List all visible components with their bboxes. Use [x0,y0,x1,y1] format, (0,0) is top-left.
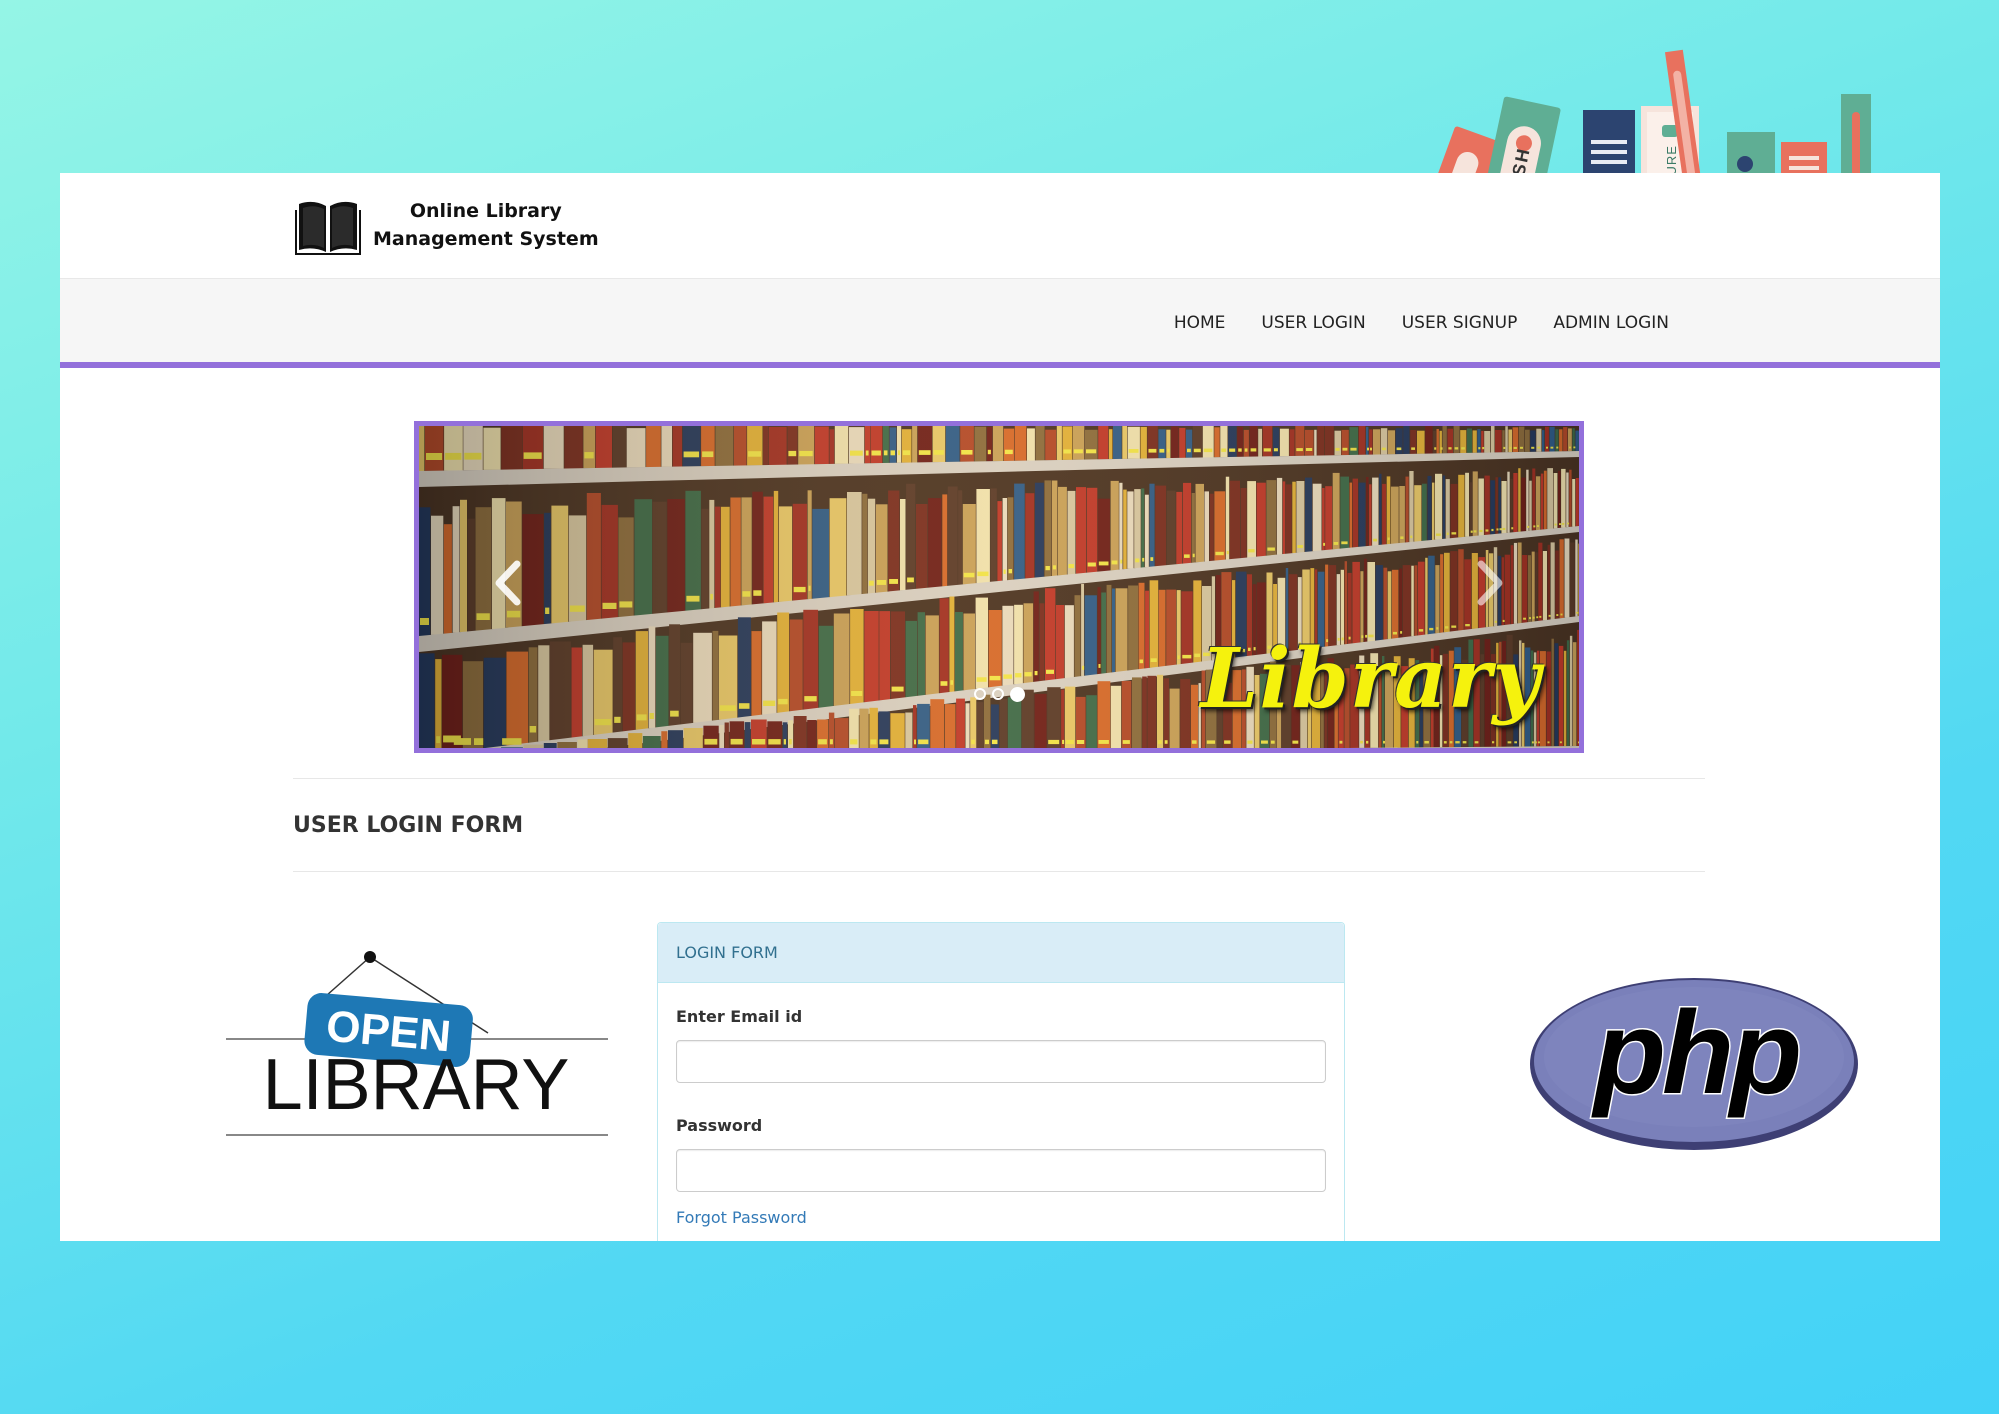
email-field[interactable] [676,1040,1326,1083]
password-field[interactable] [676,1149,1326,1192]
page-title: USER LOGIN FORM [293,813,524,838]
nav-links: HOME USER LOGIN USER SIGNUP ADMIN LOGIN [1156,308,1687,338]
login-panel: LOGIN FORM Enter Email id Password Forgo… [657,922,1345,1241]
password-label: Password [676,1116,763,1135]
brand-title-line1: Online Library [409,200,562,222]
nav-user-login[interactable]: USER LOGIN [1243,308,1383,338]
login-panel-body: Enter Email id Password Forgot Password [658,983,1344,1241]
email-label: Enter Email id [676,1007,803,1026]
image-carousel: Library [414,421,1584,753]
open-book-icon [295,201,361,255]
brand-title: Online Library Management System [373,197,599,253]
forgot-password-link[interactable]: Forgot Password [676,1208,807,1227]
divider [293,871,1705,872]
chevron-right-icon[interactable] [1469,558,1509,608]
brand-title-line2: Management System [373,228,599,250]
carousel-indicators [974,687,1025,702]
divider [293,778,1705,779]
login-panel-heading: LOGIN FORM [658,923,1344,983]
php-logo: php [1530,978,1858,1150]
php-logo-text: php [1591,987,1799,1119]
carousel-indicator[interactable] [992,688,1004,700]
browser-page: Online Library Management System HOME US… [60,173,1940,1241]
chevron-left-icon[interactable] [489,558,529,608]
main-navbar: HOME USER LOGIN USER SIGNUP ADMIN LOGIN [60,278,1940,368]
carousel-indicator[interactable] [974,688,986,700]
nav-user-signup[interactable]: USER SIGNUP [1384,308,1536,338]
carousel-caption: Library [1200,631,1541,727]
open-sign-bottom: LIBRARY [263,1045,570,1125]
carousel-indicator-active[interactable] [1010,687,1025,702]
brand[interactable]: Online Library Management System [295,193,599,257]
nav-admin-login[interactable]: ADMIN LOGIN [1535,308,1687,338]
open-library-sign: OPEN LIBRARY [226,951,608,1136]
nav-home[interactable]: HOME [1156,308,1244,338]
